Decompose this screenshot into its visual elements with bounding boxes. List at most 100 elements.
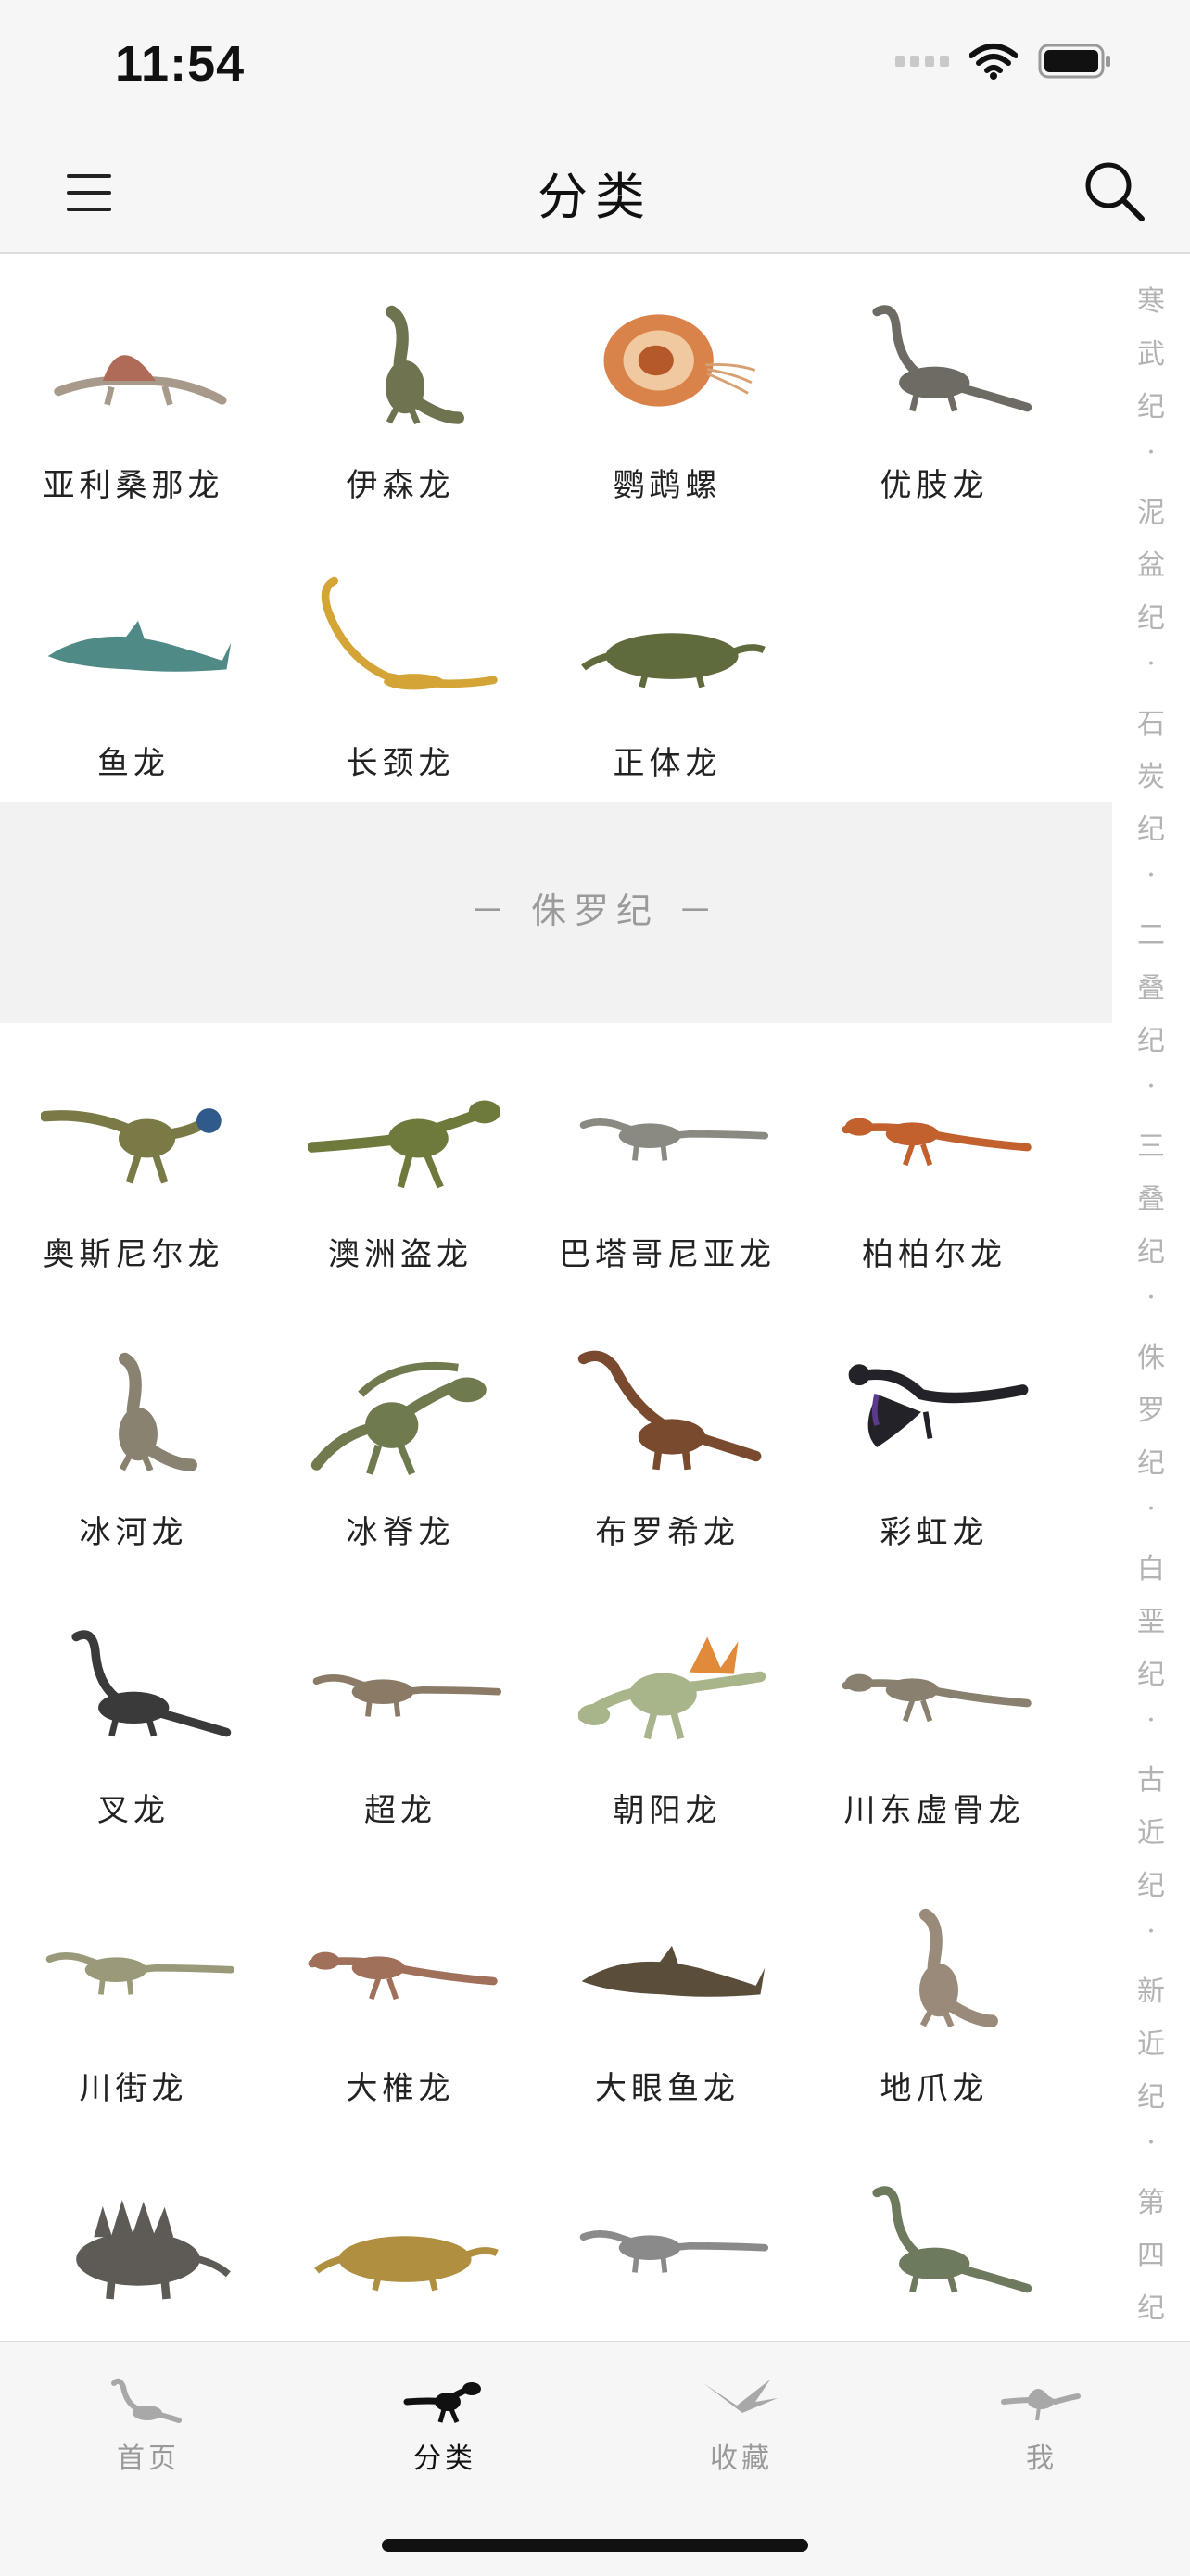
period-index-char[interactable]: 叠 xyxy=(1112,965,1190,1005)
species-name: 大椎龙 xyxy=(346,2070,455,2107)
species-cell[interactable]: 伊森龙 xyxy=(267,254,534,532)
tab-home[interactable]: 首页 xyxy=(56,2374,241,2476)
long-neck-quadruped-icon xyxy=(41,1616,235,1755)
period-index-char[interactable]: · xyxy=(1112,1915,1190,1948)
period-index-char[interactable]: · xyxy=(1112,1070,1190,1103)
species-name: 澳洲盗龙 xyxy=(328,1236,473,1273)
period-index-char[interactable]: 炭 xyxy=(1112,753,1190,794)
period-index-char[interactable]: 纪 xyxy=(1112,806,1190,847)
period-index-char[interactable]: · xyxy=(1112,2127,1190,2159)
period-index-char[interactable]: 纪 xyxy=(1112,2074,1190,2115)
tab-label: 收藏 xyxy=(710,2443,773,2475)
species-cell[interactable]: 奥斯尼尔龙 xyxy=(0,1023,267,1301)
period-index-char[interactable]: 纪 xyxy=(1112,2285,1190,2326)
period-index-char[interactable]: 寒 xyxy=(1112,278,1190,319)
species-cell[interactable]: 长颈龙 xyxy=(267,532,534,810)
period-index-char[interactable]: 罗 xyxy=(1112,1387,1190,1428)
species-name: 柏柏尔龙 xyxy=(862,1236,1006,1273)
ichthyosaur-icon xyxy=(575,1894,769,2033)
battery-icon xyxy=(1038,44,1110,79)
species-cell[interactable]: 叉龙 xyxy=(0,1579,267,1857)
species-cell[interactable]: 正体龙 xyxy=(534,532,801,810)
period-index-char[interactable]: 近 xyxy=(1112,2021,1190,2062)
species-cell[interactable]: 冰河龙 xyxy=(0,1301,267,1579)
period-index-char[interactable]: · xyxy=(1112,648,1190,680)
theropod-icon xyxy=(307,1060,502,1199)
species-cell[interactable]: 亚利桑那龙 xyxy=(0,254,267,532)
tab-favorites[interactable]: 收藏 xyxy=(649,2374,834,2476)
period-index-char[interactable]: 盆 xyxy=(1112,542,1190,583)
species-cell[interactable]: 短颈潘龙 xyxy=(267,2135,534,2341)
period-index-char[interactable]: 白 xyxy=(1112,1546,1190,1586)
cellular-signal-icon xyxy=(895,56,949,67)
crested-theropod-icon xyxy=(308,1338,502,1477)
species-cell[interactable]: 鹦鹉螺 xyxy=(534,254,801,532)
period-index-char[interactable]: 石 xyxy=(1112,701,1190,741)
species-cell[interactable]: 朝阳龙 xyxy=(534,1579,801,1857)
species-cell[interactable]: 钉状龙 xyxy=(0,2135,267,2341)
species-cell[interactable]: 柏柏尔龙 xyxy=(801,1023,1068,1301)
period-index-char[interactable]: 近 xyxy=(1112,1810,1190,1850)
period-index-char[interactable]: · xyxy=(1112,1282,1190,1314)
period-index-char[interactable]: 纪 xyxy=(1112,1229,1190,1269)
species-cell[interactable]: 巴塔哥尼亚龙 xyxy=(534,1023,801,1301)
species-cell[interactable]: 优肢龙 xyxy=(801,254,1068,532)
dimetrodon-sail-back-icon xyxy=(41,291,235,430)
period-index-char[interactable]: 叠 xyxy=(1112,1176,1190,1217)
period-index-char[interactable]: 三 xyxy=(1112,1123,1190,1164)
page-title: 分类 xyxy=(538,168,652,226)
category-list[interactable]: 亚利桑那龙 伊森龙 鹦鹉螺 优肢龙 鱼龙 长颈龙 正体龙 － 侏罗纪 － 奥斯尼尔龙 澳洲盗龙… xyxy=(0,254,1112,2341)
spinosaur-tab-icon xyxy=(949,2374,1134,2430)
species-cell[interactable]: 大眼鱼龙 xyxy=(534,1857,801,2135)
raptor-icon xyxy=(842,1060,1036,1199)
period-index-char[interactable]: 二 xyxy=(1112,912,1190,953)
tab-me[interactable]: 我 xyxy=(949,2374,1134,2476)
period-index-char[interactable]: 武 xyxy=(1112,331,1190,372)
species-cell[interactable]: 川街龙 xyxy=(0,1857,267,2135)
species-name: 朝阳龙 xyxy=(613,1792,722,1829)
sauropod-icon xyxy=(575,1060,769,1199)
period-index-char[interactable]: 四 xyxy=(1112,2232,1190,2273)
species-cell[interactable]: 彩虹龙 xyxy=(801,1301,1068,1579)
sauropod-tab-icon xyxy=(56,2374,241,2430)
search-button[interactable] xyxy=(1079,156,1153,230)
period-index-char[interactable]: · xyxy=(1112,859,1190,891)
species-cell[interactable]: 鱼龙 xyxy=(0,532,267,810)
species-name: 川东虚骨龙 xyxy=(843,1792,1025,1829)
trex-tab-icon xyxy=(352,2374,538,2430)
period-index-char[interactable]: 垩 xyxy=(1112,1598,1190,1639)
species-cell[interactable]: 超龙 xyxy=(267,1579,534,1857)
period-index-bar[interactable]: 寒武纪 · 泥盆纪 · 石炭纪 · 二叠纪 · 三叠纪 · 侏罗纪 · 白垩纪 · 古近纪 · 新近纪 · 第四纪 xyxy=(1112,254,1190,2341)
period-index-char[interactable]: · xyxy=(1112,1493,1190,1525)
species-cell[interactable]: 地爪龙 xyxy=(801,1857,1068,2135)
species-name: 超龙 xyxy=(364,1792,437,1829)
species-cell[interactable]: 冰脊龙 xyxy=(267,1301,534,1579)
period-index-char[interactable]: 纪 xyxy=(1112,384,1190,424)
species-cell[interactable]: 峨眉龙 xyxy=(801,2135,1068,2341)
species-cell[interactable]: 敦达古鲁龙 xyxy=(534,2135,801,2341)
species-cell[interactable]: 川东虚骨龙 xyxy=(801,1579,1068,1857)
period-index-char[interactable]: 泥 xyxy=(1112,489,1190,530)
species-cell[interactable]: 澳洲盗龙 xyxy=(267,1023,534,1301)
period-index-char[interactable]: 纪 xyxy=(1112,1440,1190,1481)
search-icon xyxy=(1085,162,1145,221)
period-index-char[interactable]: 纪 xyxy=(1112,595,1190,636)
period-index-char[interactable]: 纪 xyxy=(1112,1863,1190,1903)
period-index-char[interactable]: 纪 xyxy=(1112,1651,1190,1692)
period-index-char[interactable]: 新 xyxy=(1112,1968,1190,2009)
brachiosaur-icon xyxy=(575,1338,769,1477)
period-index-char[interactable]: 第 xyxy=(1112,2179,1190,2220)
nav-bar: 分类 xyxy=(0,130,1190,254)
period-index-char[interactable]: · xyxy=(1112,1704,1190,1736)
tab-category[interactable]: 分类 xyxy=(352,2374,538,2476)
period-index-char[interactable]: · xyxy=(1112,436,1190,469)
species-name: 巴塔哥尼亚龙 xyxy=(559,1236,776,1273)
period-index-char[interactable]: 古 xyxy=(1112,1757,1190,1798)
species-name: 伊森龙 xyxy=(346,467,455,504)
species-cell[interactable]: 大椎龙 xyxy=(267,1857,534,2135)
period-index-char[interactable]: 侏 xyxy=(1112,1334,1190,1375)
raptor-icon xyxy=(308,1894,502,2033)
period-index-char[interactable]: 纪 xyxy=(1112,1017,1190,1058)
status-time: 11:54 xyxy=(115,36,246,92)
species-cell[interactable]: 布罗希龙 xyxy=(534,1301,801,1579)
